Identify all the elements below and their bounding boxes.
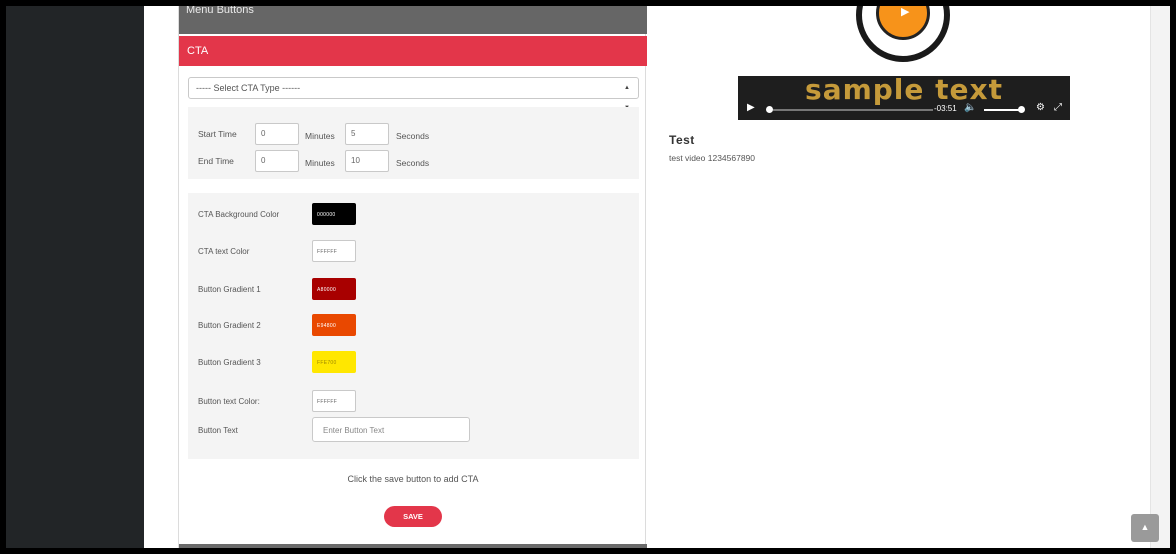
progress-bar[interactable] (773, 109, 933, 111)
button-gradient-2-label: Button Gradient 2 (198, 321, 261, 330)
volume-handle[interactable] (1018, 106, 1025, 113)
cta-bg-color-label: CTA Background Color (198, 210, 280, 219)
left-sidebar (6, 6, 144, 548)
button-text-color-label: Button text Color: (198, 397, 260, 406)
cta-bg-color-picker[interactable]: 000000 (312, 203, 356, 225)
end-time-label: End Time (198, 156, 234, 166)
video-player[interactable]: ▶ sample text ▶ -03:51 🔈 ⚙ ⤢ (738, 6, 1070, 120)
next-section-header[interactable] (179, 544, 647, 548)
cta-header[interactable]: CTA (179, 36, 647, 66)
video-controls: ▶ -03:51 🔈 ⚙ ⤢ (738, 100, 1070, 120)
button-text-label: Button Text (198, 426, 238, 435)
start-time-label: Start Time (198, 129, 237, 139)
volume-bar[interactable] (984, 109, 1020, 111)
cta-text-color-label: CTA text Color (198, 247, 250, 256)
start-seconds-unit: Seconds (396, 131, 430, 141)
time-settings: Start Time 0 Minutes 5 Seconds End Time … (188, 107, 639, 179)
end-minutes-unit: Minutes (305, 158, 335, 168)
button-gradient-3-picker[interactable]: FFE700 (312, 351, 356, 373)
start-time-row: Start Time 0 Minutes 5 Seconds (188, 123, 639, 145)
color-settings: CTA Background Color 000000 CTA text Col… (188, 193, 639, 459)
progress-handle[interactable] (766, 106, 773, 113)
video-description: test video 1234567890 (669, 153, 756, 163)
end-seconds-unit: Seconds (396, 158, 430, 168)
cta-type-select[interactable]: ----- Select CTA Type ------ ▲▼ (188, 77, 639, 111)
play-icon[interactable]: ▶ (747, 102, 755, 113)
start-minutes-unit: Minutes (305, 131, 335, 141)
scroll-to-top-button[interactable]: ▲ (1131, 514, 1159, 542)
cta-text-color-picker[interactable]: FFFFFF (312, 240, 356, 262)
right-gutter (1150, 6, 1170, 548)
big-play-icon[interactable]: ▶ (901, 6, 909, 18)
fullscreen-icon[interactable]: ⤢ (1054, 102, 1062, 113)
end-time-row: End Time 0 Minutes 10 Seconds (188, 150, 639, 172)
cta-settings-panel: Menu Buttons CTA ----- Select CTA Type -… (178, 6, 647, 548)
video-logo-ring: ▶ (856, 6, 950, 62)
button-text-color-picker[interactable]: FFFFFF (312, 390, 356, 412)
volume-icon[interactable]: 🔈 (964, 102, 976, 113)
page-content: Menu Buttons CTA ----- Select CTA Type -… (144, 6, 1150, 548)
cta-type-selected: ----- Select CTA Type ------ (196, 83, 301, 93)
button-gradient-2-picker[interactable]: E94800 (312, 314, 356, 336)
save-hint: Click the save button to add CTA (347, 474, 479, 484)
cta-header-label: CTA (187, 45, 209, 57)
video-title: Test (669, 133, 695, 147)
chevron-up-icon: ▲ (1140, 522, 1150, 532)
button-gradient-1-label: Button Gradient 1 (198, 285, 261, 294)
menu-buttons-header[interactable]: Menu Buttons (179, 6, 647, 34)
time-remaining: -03:51 (934, 104, 957, 113)
save-button[interactable]: SAVE (384, 506, 442, 527)
menu-buttons-label: Menu Buttons (186, 6, 254, 16)
button-gradient-1-picker[interactable]: A80000 (312, 278, 356, 300)
button-gradient-3-label: Button Gradient 3 (198, 358, 261, 367)
button-text-input[interactable]: Enter Button Text (312, 417, 470, 442)
end-seconds-input[interactable]: 10 (345, 150, 389, 172)
start-minutes-input[interactable]: 0 (255, 123, 299, 145)
browser-viewport: Menu Buttons CTA ----- Select CTA Type -… (6, 6, 1170, 548)
end-minutes-input[interactable]: 0 (255, 150, 299, 172)
gear-icon[interactable]: ⚙ (1036, 102, 1045, 113)
start-seconds-input[interactable]: 5 (345, 123, 389, 145)
video-logo-disc: ▶ (876, 6, 930, 40)
